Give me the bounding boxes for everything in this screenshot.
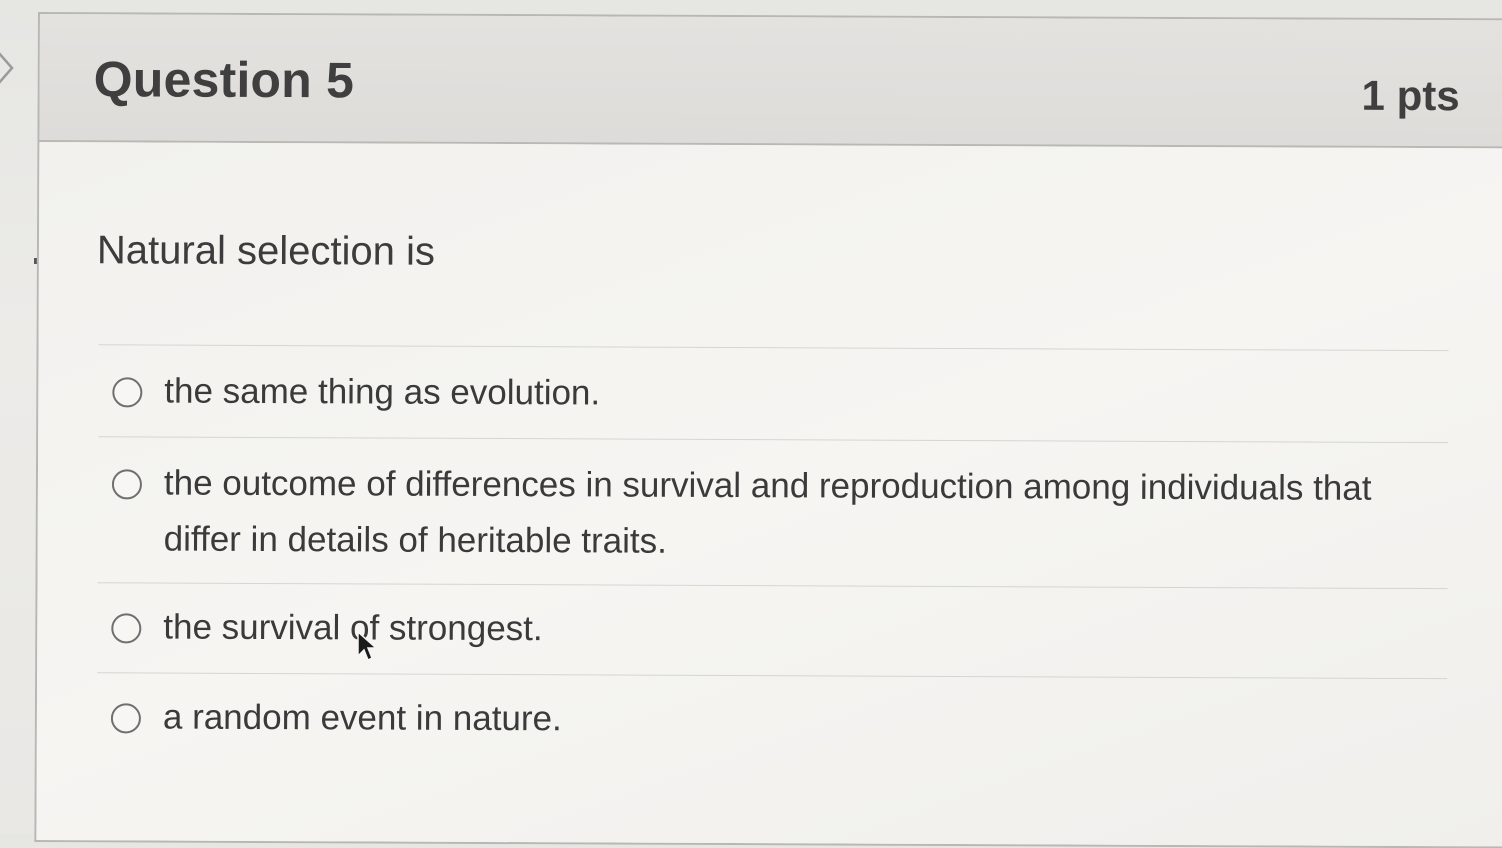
answer-option[interactable]: the same thing as evolution.	[98, 344, 1449, 443]
chevron-right-icon[interactable]	[0, 48, 16, 88]
question-header: Question 5 1 pts	[39, 14, 1502, 149]
radio-button-icon[interactable]	[111, 469, 143, 500]
radio-button-icon[interactable]	[111, 613, 142, 644]
question-card: Question 5 1 pts Natural selection is th…	[34, 12, 1502, 848]
answer-option[interactable]: the survival of strongest.	[97, 582, 1448, 679]
question-body: Natural selection is the same thing as e…	[36, 142, 1502, 847]
radio-button-icon[interactable]	[110, 703, 141, 734]
question-title: Question 5	[93, 51, 355, 109]
answer-list: the same thing as evolution. the outcome…	[96, 344, 1449, 769]
answer-label[interactable]: the survival of strongest.	[163, 600, 543, 658]
answer-option[interactable]: a random event in nature.	[96, 672, 1448, 769]
question-prompt: Natural selection is	[96, 228, 435, 274]
answer-label[interactable]: the same thing as evolution.	[164, 364, 600, 422]
answer-label[interactable]: the outcome of differences in survival a…	[164, 456, 1434, 574]
radio-button-icon[interactable]	[112, 377, 143, 408]
answer-label[interactable]: a random event in nature.	[163, 690, 562, 748]
answer-option[interactable]: the outcome of differences in survival a…	[97, 436, 1449, 589]
question-points: 1 pts	[1361, 71, 1460, 120]
